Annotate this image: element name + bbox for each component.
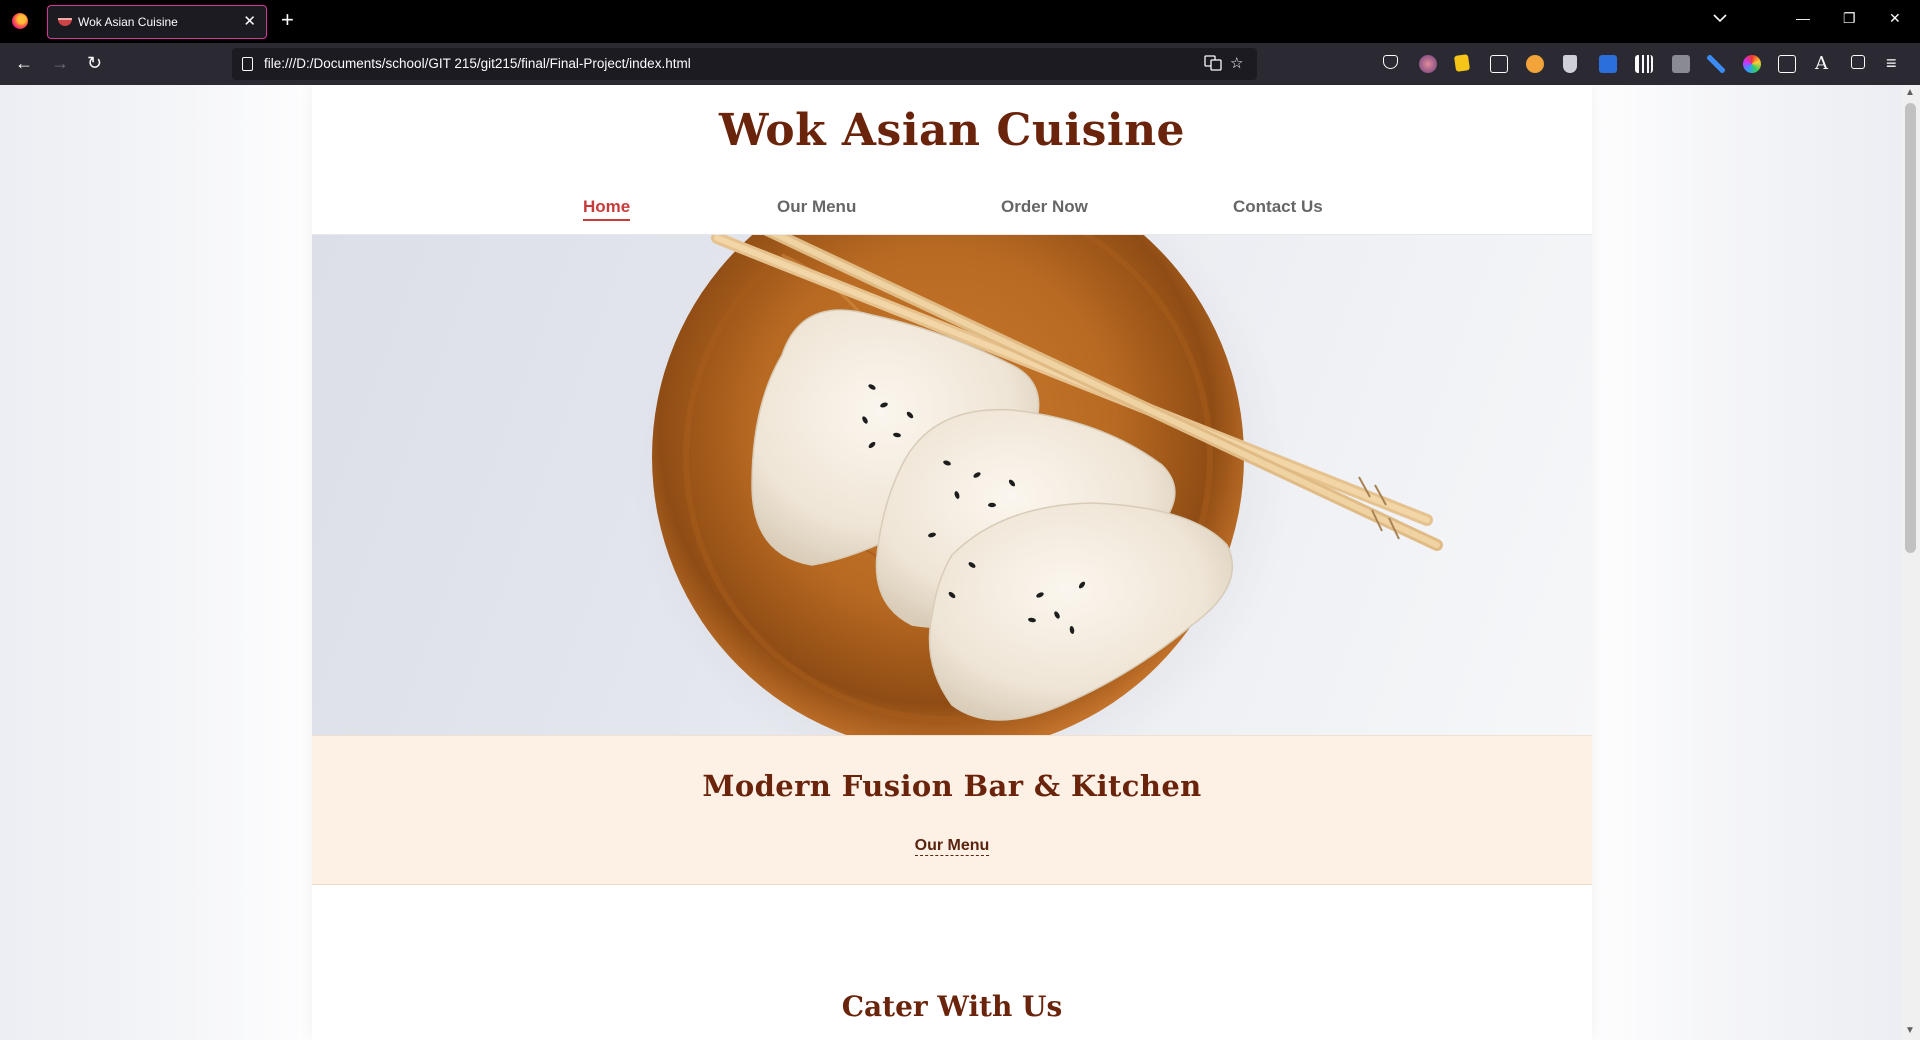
forward-button[interactable]: →	[51, 53, 69, 73]
dumplings-illustration	[632, 235, 1443, 735]
reload-button[interactable]: ↻	[87, 53, 102, 73]
minimize-button[interactable]: —	[1796, 10, 1810, 26]
edit-extension-icon[interactable]	[1778, 55, 1796, 73]
profile-avatar-icon[interactable]	[1419, 55, 1437, 73]
scroll-down-arrow-icon[interactable]: ▼	[1905, 1025, 1915, 1036]
tab-title: Wok Asian Cuisine	[78, 15, 178, 29]
tab-list-chevron-icon[interactable]	[1712, 10, 1728, 29]
library-icon[interactable]	[1635, 55, 1653, 73]
color-picker-icon[interactable]	[1743, 55, 1761, 73]
hamburger-menu-icon[interactable]: ≡	[1886, 53, 1897, 73]
url-text[interactable]: file:///D:/Documents/school/GIT 215/git2…	[264, 56, 691, 71]
browser-tab-active[interactable]: Wok Asian Cuisine ✕	[47, 5, 267, 39]
page-scrollbar[interactable]: ▲ ▼	[1901, 85, 1920, 1040]
restore-button[interactable]: ❐	[1843, 10, 1856, 26]
nav-our-menu-link[interactable]: Our Menu	[777, 197, 856, 217]
firefox-logo-icon[interactable]	[12, 13, 28, 29]
cater-section-title: Cater With Us	[841, 990, 1063, 1023]
page-icon	[242, 57, 253, 71]
tagline-title: Modern Fusion Bar & Kitchen	[702, 769, 1202, 803]
back-button[interactable]: ←	[15, 53, 33, 73]
sticky-note-icon[interactable]	[1453, 54, 1471, 72]
nav-home-link[interactable]: Home	[583, 197, 631, 221]
tagline-link-wrapper: Our Menu	[312, 837, 1592, 856]
translate-icon[interactable]	[1204, 54, 1222, 76]
eyes-extension-icon[interactable]	[1490, 55, 1508, 73]
tab-close-icon[interactable]: ✕	[243, 13, 256, 31]
font-extension-icon[interactable]: A	[1815, 55, 1833, 73]
bookmark-star-icon[interactable]: ☆	[1230, 54, 1243, 72]
window-close-button[interactable]: ✕	[1889, 10, 1901, 26]
browser-tab-bar: Wok Asian Cuisine ✕ + — ❐ ✕	[0, 0, 1920, 43]
our-menu-cta-link[interactable]: Our Menu	[914, 837, 990, 856]
site-container: Wok Asian Cuisine Home Our Menu Order No…	[312, 85, 1592, 1040]
pocket-icon[interactable]	[1383, 55, 1398, 69]
site-nav: Home Our Menu Order Now Contact Us	[312, 197, 1592, 221]
nav-order-now-link[interactable]: Order Now	[1001, 197, 1088, 217]
browser-nav-bar: ← → ↻ file:///D:/Documents/school/GIT 21…	[0, 43, 1920, 85]
hero-image-dumplings	[312, 235, 1592, 735]
scrollbar-thumb[interactable]	[1905, 103, 1916, 553]
scroll-up-arrow-icon[interactable]: ▲	[1905, 87, 1915, 98]
tagline-band: Modern Fusion Bar & Kitchen Our Menu	[312, 735, 1592, 885]
url-bar[interactable]: file:///D:/Documents/school/GIT 215/git2…	[232, 48, 1257, 80]
bowl-favicon-icon	[58, 18, 72, 26]
shield-icon[interactable]	[1563, 55, 1577, 73]
cat-extension-icon[interactable]	[1526, 55, 1544, 73]
new-tab-button[interactable]: +	[281, 8, 294, 32]
page-viewport: Wok Asian Cuisine Home Our Menu Order No…	[0, 85, 1901, 1040]
link-extension-icon[interactable]	[1707, 55, 1725, 73]
nav-contact-us-link[interactable]: Contact Us	[1233, 197, 1323, 217]
translate-extension-icon[interactable]	[1599, 55, 1617, 73]
reader-extension-icon[interactable]	[1672, 55, 1690, 73]
site-title: Wok Asian Cuisine	[718, 105, 1186, 156]
extensions-puzzle-icon[interactable]	[1851, 55, 1865, 69]
